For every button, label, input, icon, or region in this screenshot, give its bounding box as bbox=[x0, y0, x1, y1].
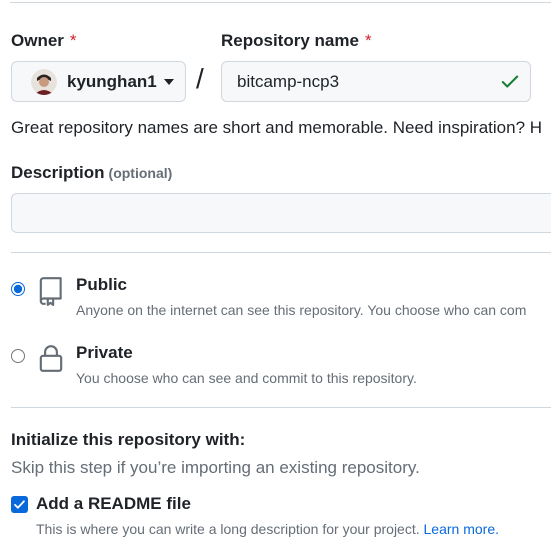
top-divider bbox=[10, 2, 551, 3]
repository-name-label-text: Repository name bbox=[221, 31, 359, 50]
readme-description-text: This is where you can write a long descr… bbox=[36, 521, 420, 537]
owner-required-mark: * bbox=[69, 31, 77, 50]
repository-required-mark: * bbox=[364, 31, 372, 50]
learn-more-link[interactable]: Learn more. bbox=[424, 521, 499, 537]
readme-label[interactable]: Add a README file bbox=[36, 494, 191, 514]
caret-down-icon bbox=[163, 78, 174, 85]
public-title: Public bbox=[76, 275, 128, 294]
divider bbox=[11, 407, 551, 408]
private-description: You choose who can see and commit to thi… bbox=[76, 370, 417, 386]
repository-name-input[interactable] bbox=[221, 61, 531, 102]
repository-name-hint: Great repository names are short and mem… bbox=[11, 118, 543, 137]
public-radio[interactable] bbox=[11, 282, 25, 296]
owner-name: kyunghan1 bbox=[67, 71, 157, 91]
public-description: Anyone on the internet can see this repo… bbox=[76, 302, 527, 318]
readme-checkbox[interactable] bbox=[11, 496, 28, 513]
private-title: Private bbox=[76, 343, 133, 362]
owner-label: Owner * bbox=[11, 31, 77, 51]
private-radio[interactable] bbox=[11, 349, 25, 363]
avatar bbox=[31, 68, 57, 95]
description-optional-tag: (optional) bbox=[108, 165, 173, 181]
check-icon bbox=[501, 75, 519, 88]
description-input[interactable] bbox=[11, 193, 551, 233]
owner-repo-separator: / bbox=[196, 63, 204, 94]
owner-dropdown-button[interactable]: kyunghan1 bbox=[11, 61, 186, 102]
checkmark-icon bbox=[14, 500, 25, 509]
readme-description: This is where you can write a long descr… bbox=[36, 521, 499, 537]
lock-icon bbox=[39, 345, 63, 372]
description-label-text: Description bbox=[11, 163, 105, 182]
new-repository-form: Owner * Repository name * kyunghan1 / Grea… bbox=[0, 0, 551, 551]
description-label: Description (optional) bbox=[11, 163, 172, 183]
initialize-title: Initialize this repository with: bbox=[11, 430, 246, 449]
repo-book-icon bbox=[39, 277, 62, 306]
repository-name-label: Repository name * bbox=[221, 31, 372, 51]
owner-label-text: Owner bbox=[11, 31, 64, 50]
divider bbox=[11, 252, 551, 253]
initialize-hint: Skip this step if you’re importing an ex… bbox=[11, 458, 420, 477]
